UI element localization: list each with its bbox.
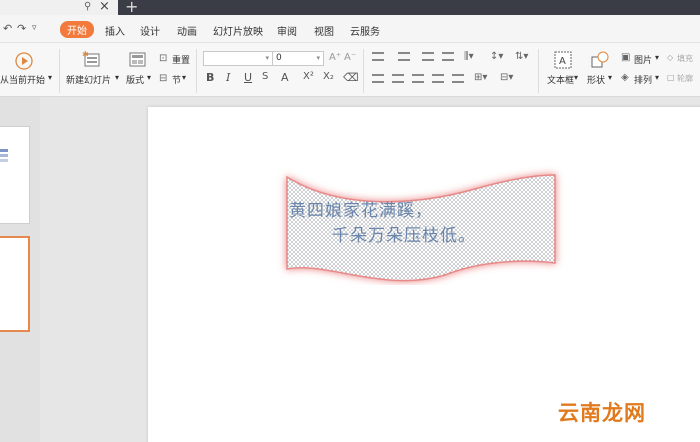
slide-canvas[interactable]: 黄四娘家花满蹊， 千朵万朵压枝低。 [148, 107, 700, 442]
reset-icon[interactable]: ⊡ [159, 53, 167, 64]
slide-thumbnail-1[interactable] [0, 126, 30, 224]
pin-icon[interactable]: ⚲ [84, 1, 91, 12]
shadow-text-icon[interactable]: S [262, 71, 268, 82]
layout-dropdown-icon[interactable]: ▾ [147, 73, 151, 82]
close-tab-icon[interactable]: × [99, 0, 110, 14]
numbered-list-icon[interactable] [398, 52, 410, 61]
divider [59, 49, 60, 93]
tab-cloud-service[interactable]: 云服务 [350, 23, 380, 38]
outline-icon[interactable]: □ [667, 73, 675, 82]
font-size-value: 0 [276, 53, 282, 63]
document-tab[interactable]: ⚲ × [0, 0, 118, 15]
play-icon[interactable] [14, 51, 34, 71]
divider [196, 49, 197, 93]
thumbnail-bar [0, 154, 8, 157]
new-tab-icon[interactable]: + [125, 0, 138, 16]
thumbnail-bar [0, 159, 8, 162]
svg-text:A: A [559, 56, 566, 67]
picture-button[interactable]: 图片 [634, 53, 652, 66]
section-dropdown-icon[interactable]: ▾ [182, 73, 186, 82]
menu-bar: ↶ ↷ ▿ 开始 插入 设计 动画 幻灯片放映 审阅 视图 云服务 [0, 15, 700, 43]
arrange-button[interactable]: 排列 [634, 73, 652, 86]
tab-view[interactable]: 视图 [314, 23, 334, 38]
slide-thumbnail-2-selected[interactable] [0, 236, 30, 332]
thumbnail-bar [0, 149, 8, 152]
play-from-current-button[interactable]: 从当前开始 [0, 73, 45, 86]
divider [363, 49, 364, 93]
undo-icon[interactable]: ↶ [3, 22, 12, 35]
new-slide-button[interactable]: 新建幻灯片 [66, 73, 111, 86]
arrange-dropdown-icon[interactable]: ▾ [655, 73, 659, 82]
section-icon[interactable]: ⊟ [159, 73, 167, 84]
ribbon-toolbar: 从当前开始 ▾ ✱ 新建幻灯片 ▾ 版式 ▾ ⊡ 重置 ⊟ 节 ▾ ▾ 0▾ [0, 43, 700, 97]
picture-dropdown-icon[interactable]: ▾ [655, 53, 659, 62]
smartart-icon[interactable]: ⊟▾ [500, 72, 513, 83]
font-family-dropdown-icon: ▾ [265, 54, 269, 62]
textbox-button[interactable]: 文本框 [547, 73, 574, 86]
fill-icon[interactable]: ◇ [667, 53, 673, 62]
font-color-icon[interactable]: A [281, 71, 289, 84]
underline-icon[interactable]: U [244, 71, 252, 84]
increase-font-icon[interactable]: A⁺ [329, 52, 341, 63]
slide-canvas-area: 黄四娘家花满蹊， 千朵万朵压枝低。 [40, 97, 700, 442]
presentation-app: ⚲ × + ↶ ↷ ▿ 开始 插入 设计 动画 幻灯片放映 审阅 视图 云服务 … [0, 0, 700, 442]
quick-access-dropdown-icon[interactable]: ▿ [32, 23, 37, 33]
font-family-select[interactable]: ▾ [203, 51, 273, 66]
clear-format-icon[interactable]: ⌫ [343, 71, 359, 84]
text-direction-icon[interactable]: ⇅▾ [515, 51, 528, 62]
divider [538, 49, 539, 93]
decrease-indent-icon[interactable] [422, 52, 434, 61]
italic-icon[interactable]: I [226, 71, 230, 84]
align-center-icon[interactable] [392, 74, 404, 83]
align-right-icon[interactable] [412, 74, 424, 83]
font-size-select[interactable]: 0 ▾ [272, 51, 324, 66]
subscript-icon[interactable]: X₂ [323, 71, 334, 82]
tab-slideshow[interactable]: 幻灯片放映 [213, 23, 263, 38]
svg-text:✱: ✱ [82, 50, 89, 59]
new-slide-icon[interactable]: ✱ [82, 50, 102, 70]
title-bar: ⚲ × + [0, 0, 700, 16]
justify-icon[interactable] [432, 74, 444, 83]
textbox-dropdown-icon[interactable]: ▾ [574, 73, 578, 82]
superscript-icon[interactable]: X² [303, 71, 314, 82]
site-watermark-logo: 云南龙网 [558, 401, 646, 425]
reset-button[interactable]: 重置 [172, 53, 190, 66]
increase-indent-icon[interactable] [442, 52, 454, 61]
layout-icon[interactable] [128, 50, 148, 70]
align-text-icon[interactable]: ⊞▾ [474, 72, 487, 83]
layout-button[interactable]: 版式 [126, 73, 144, 86]
distribute-icon[interactable] [452, 74, 464, 83]
arrange-icon[interactable]: ◈ [621, 72, 629, 83]
redo-icon[interactable]: ↷ [17, 22, 26, 35]
columns-icon[interactable]: ⫼▾ [464, 51, 474, 62]
decrease-font-icon[interactable]: A⁻ [344, 52, 356, 63]
play-dropdown-icon[interactable]: ▾ [48, 73, 52, 82]
line-spacing-icon[interactable]: ↕▾ [490, 51, 503, 62]
textbox-icon[interactable]: A [553, 50, 573, 70]
poem-line-2: 千朵万朵压枝低。 [332, 226, 476, 246]
picture-icon[interactable]: ▣ [621, 52, 630, 63]
outline-button[interactable]: 轮廓 [677, 73, 693, 84]
tab-home[interactable]: 开始 [60, 21, 94, 38]
align-left-icon[interactable] [372, 74, 384, 83]
font-size-dropdown-icon: ▾ [316, 54, 320, 62]
section-button[interactable]: 节 [172, 73, 181, 86]
bullet-list-icon[interactable] [372, 52, 384, 61]
new-slide-dropdown-icon[interactable]: ▾ [115, 73, 119, 82]
tab-review[interactable]: 审阅 [277, 23, 297, 38]
shape-button[interactable]: 形状 [587, 73, 605, 86]
shape-icon[interactable] [590, 50, 610, 70]
tab-insert[interactable]: 插入 [105, 23, 125, 38]
poem-line-1: 黄四娘家花满蹊， [289, 201, 433, 221]
tab-animation[interactable]: 动画 [177, 23, 197, 38]
shape-dropdown-icon[interactable]: ▾ [608, 73, 612, 82]
tab-design[interactable]: 设计 [140, 23, 160, 38]
bold-icon[interactable]: B [206, 71, 214, 84]
fill-button[interactable]: 填充 [677, 53, 693, 64]
slide-thumbnails-panel [0, 97, 40, 442]
